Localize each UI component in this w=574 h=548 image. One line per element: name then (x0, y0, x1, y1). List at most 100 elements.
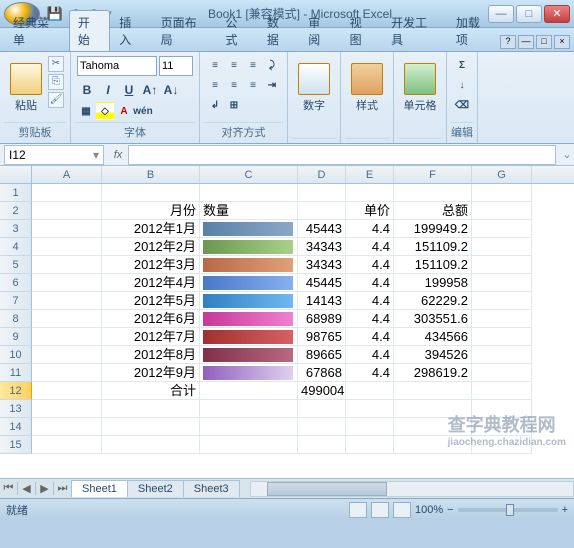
phonetic-button[interactable]: wén (134, 102, 152, 120)
cell[interactable]: 434566 (394, 328, 472, 346)
tab-home[interactable]: 开始 (69, 10, 110, 51)
cell[interactable] (32, 238, 102, 256)
tab-dev[interactable]: 开发工具 (382, 10, 447, 51)
cell[interactable] (102, 184, 200, 202)
cell[interactable]: 4.4 (346, 310, 394, 328)
row-header[interactable]: 1 (0, 184, 32, 202)
font-color-button[interactable]: A (115, 102, 133, 120)
cell[interactable] (32, 184, 102, 202)
fx-button[interactable]: fx (108, 149, 128, 161)
cell[interactable] (200, 436, 298, 454)
cell[interactable] (102, 436, 200, 454)
cell[interactable]: 4.4 (346, 220, 394, 238)
column-header[interactable]: A (32, 166, 102, 183)
cell[interactable] (472, 274, 532, 292)
cell[interactable]: 303551.6 (394, 310, 472, 328)
column-header[interactable]: E (346, 166, 394, 183)
cell[interactable] (102, 418, 200, 436)
cell[interactable]: 98765 (298, 328, 346, 346)
sheet-tab[interactable]: Sheet3 (183, 480, 240, 497)
wrap-text-button[interactable]: ↲ (206, 96, 224, 114)
cell[interactable]: 月份 (102, 202, 200, 220)
cell[interactable] (200, 220, 298, 238)
cell[interactable] (200, 400, 298, 418)
tab-insert[interactable]: 插入 (110, 10, 151, 51)
row-header[interactable]: 2 (0, 202, 32, 220)
cell[interactable] (298, 436, 346, 454)
font-name-input[interactable] (77, 56, 157, 76)
cell[interactable]: 2012年5月 (102, 292, 200, 310)
merge-button[interactable]: ⊞ (225, 96, 243, 114)
align-center-button[interactable]: ≡ (225, 76, 243, 94)
cell[interactable] (32, 346, 102, 364)
cell[interactable] (32, 310, 102, 328)
cell[interactable] (298, 400, 346, 418)
cell-format-button[interactable]: 单元格 (400, 56, 440, 120)
cell[interactable] (200, 184, 298, 202)
align-middle-button[interactable]: ≡ (225, 56, 243, 74)
restore-workbook-button[interactable]: □ (536, 35, 552, 49)
number-format-button[interactable]: 数字 (294, 56, 334, 120)
page-break-view-button[interactable] (393, 502, 411, 518)
align-right-button[interactable]: ≡ (244, 76, 262, 94)
cell[interactable]: 4.4 (346, 238, 394, 256)
row-header[interactable]: 6 (0, 274, 32, 292)
cell[interactable]: 499004 (298, 382, 346, 400)
sheet-tab[interactable]: Sheet2 (127, 480, 184, 497)
horizontal-scrollbar[interactable] (250, 481, 574, 497)
cell[interactable] (346, 436, 394, 454)
cell[interactable] (200, 418, 298, 436)
cell[interactable] (394, 382, 472, 400)
tab-layout[interactable]: 页面布局 (152, 10, 217, 51)
column-header[interactable]: B (102, 166, 200, 183)
font-size-input[interactable] (159, 56, 193, 76)
fill-button[interactable]: ↓ (453, 76, 471, 94)
cell[interactable] (32, 400, 102, 418)
next-sheet-button[interactable]: ▶ (36, 482, 54, 495)
style-button[interactable]: 样式 (347, 56, 387, 120)
cell[interactable]: 4.4 (346, 292, 394, 310)
cell[interactable] (394, 436, 472, 454)
cell[interactable]: 4.4 (346, 346, 394, 364)
close-button[interactable]: ✕ (544, 5, 570, 23)
cell[interactable] (472, 346, 532, 364)
autosum-button[interactable]: Σ (453, 56, 471, 74)
tab-addin[interactable]: 加载项 (447, 10, 500, 51)
paste-button[interactable]: 粘贴 (6, 56, 46, 120)
tab-classic[interactable]: 经典菜单 (4, 10, 69, 51)
cell[interactable]: 4.4 (346, 274, 394, 292)
tab-data[interactable]: 数据 (258, 10, 299, 51)
cell[interactable]: 2012年7月 (102, 328, 200, 346)
row-header[interactable]: 4 (0, 238, 32, 256)
cell[interactable] (32, 364, 102, 382)
cell[interactable]: 394526 (394, 346, 472, 364)
row-header[interactable]: 15 (0, 436, 32, 454)
cell[interactable] (394, 400, 472, 418)
cell[interactable] (472, 418, 532, 436)
cell[interactable]: 67868 (298, 364, 346, 382)
cell[interactable]: 89665 (298, 346, 346, 364)
page-layout-view-button[interactable] (371, 502, 389, 518)
column-header[interactable]: D (298, 166, 346, 183)
cell[interactable] (472, 382, 532, 400)
underline-button[interactable]: U (119, 80, 139, 100)
row-header[interactable]: 3 (0, 220, 32, 238)
column-header[interactable]: F (394, 166, 472, 183)
cell[interactable] (32, 220, 102, 238)
cell[interactable]: 68989 (298, 310, 346, 328)
minimize-ribbon-button[interactable]: — (518, 35, 534, 49)
cell[interactable] (32, 292, 102, 310)
cell[interactable] (32, 418, 102, 436)
border-button[interactable]: ▦ (77, 102, 95, 120)
grow-font-button[interactable]: A↑ (140, 80, 160, 100)
last-sheet-button[interactable]: ⏭ (54, 482, 72, 495)
copy-icon[interactable]: ⎘ (48, 74, 64, 90)
cell[interactable] (346, 184, 394, 202)
cell[interactable] (472, 310, 532, 328)
cell[interactable] (102, 400, 200, 418)
row-header[interactable]: 7 (0, 292, 32, 310)
cut-icon[interactable]: ✂ (48, 56, 64, 72)
cell[interactable] (394, 184, 472, 202)
cell[interactable] (32, 202, 102, 220)
row-header[interactable]: 11 (0, 364, 32, 382)
